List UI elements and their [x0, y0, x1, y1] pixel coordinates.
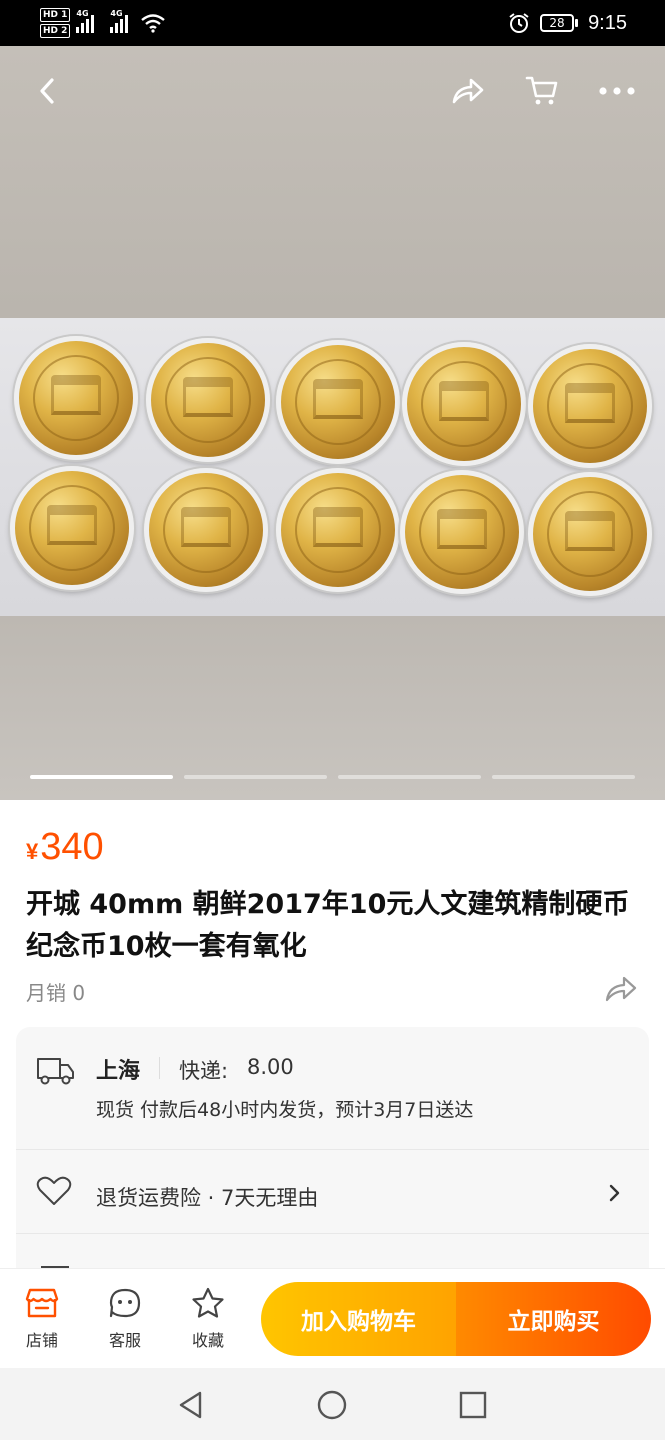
cart-button[interactable] — [517, 66, 567, 116]
heart-icon — [36, 1176, 72, 1205]
divider — [159, 1057, 160, 1079]
coin — [146, 338, 270, 462]
battery-icon: 28 — [540, 14, 579, 32]
store-label: 店铺 — [25, 1331, 58, 1350]
chat-icon — [109, 1288, 141, 1318]
sim1-badge: HD 1 — [40, 8, 71, 22]
chevron-right-icon — [609, 1184, 620, 1202]
coin — [528, 472, 652, 596]
gallery-indicator-segment — [338, 775, 481, 779]
shipping-note: 现货 付款后48小时内发货，预计3月7日送达 — [96, 1099, 474, 1121]
circle-home-icon — [317, 1390, 347, 1420]
system-back-button[interactable] — [174, 1388, 208, 1422]
coin — [10, 466, 134, 590]
cart-icon — [525, 76, 558, 105]
square-recents-icon — [459, 1391, 487, 1419]
coin — [528, 344, 652, 468]
share-icon — [605, 976, 637, 1002]
coin — [14, 336, 138, 460]
customer-service-label: 客服 — [108, 1331, 141, 1350]
purchase-buttons: 加入购物车 立即购买 — [261, 1282, 651, 1356]
shipping-label: 快递: — [179, 1059, 229, 1083]
alarm-icon — [509, 13, 529, 33]
gallery-indicator-segment — [184, 775, 327, 779]
store-icon — [25, 1288, 59, 1318]
buy-now-button[interactable]: 立即购买 — [456, 1282, 651, 1356]
coin — [402, 342, 526, 466]
signal-icon: 4G — [76, 9, 95, 33]
coin — [276, 340, 400, 464]
system-home-button[interactable] — [315, 1388, 349, 1422]
triangle-back-icon — [179, 1391, 202, 1419]
status-right: 28 9:15 — [508, 0, 627, 46]
gallery-indicator-segment — [492, 775, 635, 779]
store-button[interactable]: 店铺 — [12, 1287, 72, 1351]
service-text: 退货运费险 · 7天无理由 — [96, 1186, 319, 1210]
coin — [144, 468, 268, 592]
system-recents-button[interactable] — [456, 1388, 490, 1422]
product-price: ¥ 340 — [26, 826, 104, 869]
share-button[interactable] — [443, 66, 493, 116]
share-icon — [452, 78, 484, 104]
more-icon — [599, 87, 635, 95]
back-button[interactable] — [22, 66, 72, 116]
divider — [16, 1233, 649, 1234]
system-nav-bar — [0, 1368, 665, 1440]
shipping-row[interactable]: 上海 快递: 8.00 现货 付款后48小时内发货，预计3月7日送达 — [16, 1027, 649, 1149]
product-title: 开城 40mm 朝鲜2017年10元人文建筑精制硬币纪念币10枚一套有氧化 — [26, 889, 630, 962]
wifi-icon — [141, 14, 166, 33]
monthly-sales: 月销 0 — [26, 981, 86, 1005]
favorite-label: 收藏 — [191, 1331, 224, 1350]
sim2-badge: HD 2 — [40, 24, 71, 38]
signal-icon-2: 4G — [110, 9, 129, 33]
favorite-button[interactable]: 收藏 — [178, 1287, 238, 1351]
product-photo — [0, 318, 665, 616]
status-bar: HD 1 HD 2 4G 4G 28 9:15 — [0, 0, 665, 46]
status-left: HD 1 HD 2 4G 4G — [40, 5, 166, 41]
back-arrow-icon — [40, 78, 54, 104]
ship-from-city: 上海 — [96, 1059, 141, 1084]
coin — [276, 468, 400, 592]
clock: 9:15 — [588, 11, 627, 34]
coin — [400, 470, 524, 594]
customer-service-button[interactable]: 客服 — [95, 1287, 155, 1351]
shipping-fee: 8.00 — [247, 1055, 294, 1079]
star-icon — [192, 1287, 224, 1318]
more-button[interactable] — [592, 66, 642, 116]
product-image-gallery[interactable] — [0, 46, 665, 800]
service-card: 上海 快递: 8.00 现货 付款后48小时内发货，预计3月7日送达 退货运费险… — [16, 1027, 649, 1287]
action-bar: 店铺 客服 收藏 加入购物车 立即购买 — [0, 1268, 665, 1368]
sim-indicators: HD 1 HD 2 — [40, 8, 71, 38]
truck-icon — [37, 1058, 74, 1085]
gallery-indicator — [30, 775, 635, 779]
price-amount: 340 — [40, 826, 104, 868]
currency-symbol: ¥ — [26, 839, 39, 864]
add-to-cart-button[interactable]: 加入购物车 — [261, 1282, 456, 1356]
share-product-button[interactable] — [604, 974, 638, 1004]
gallery-indicator-segment — [30, 775, 173, 779]
top-nav — [0, 66, 665, 116]
